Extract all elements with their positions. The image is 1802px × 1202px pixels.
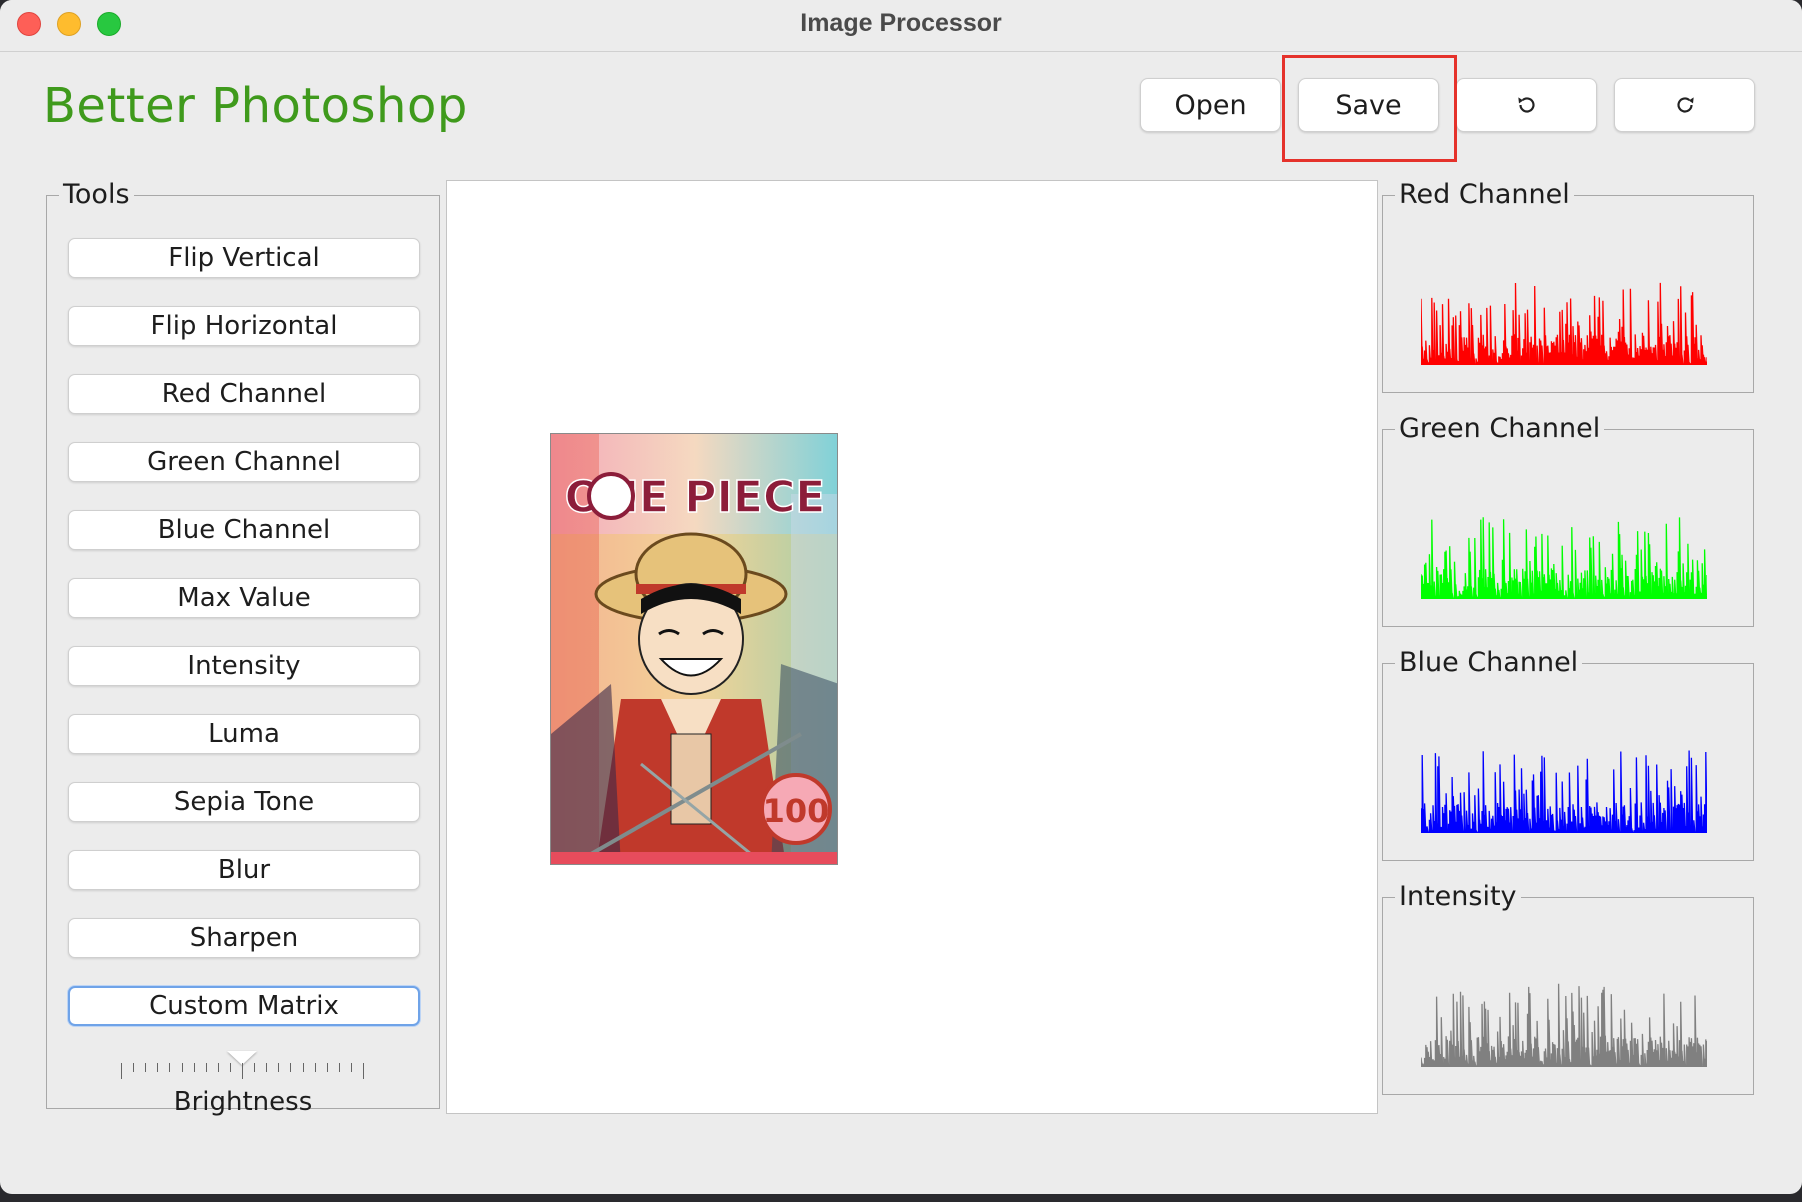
blue-channel-button[interactable]: Blue Channel (68, 510, 420, 550)
histogram-trace (1421, 517, 1707, 599)
slider-tick (229, 1063, 231, 1072)
slider-tick (242, 1063, 243, 1079)
brightness-label: Brightness (173, 1087, 313, 1117)
intensity-button[interactable]: Intensity (68, 646, 420, 686)
tools-panel: Tools Flip Vertical Flip Horizontal Red … (46, 179, 440, 1117)
slider-tick (266, 1063, 268, 1072)
image-canvas[interactable]: ONE PIECE 100 (446, 180, 1378, 1114)
histogram-trace (1421, 983, 1707, 1067)
red-channel-histogram (1421, 282, 1707, 365)
undo-icon (1517, 97, 1535, 113)
brightness-slider[interactable] (121, 1051, 365, 1081)
slider-tick (121, 1063, 122, 1079)
flip-horizontal-button[interactable]: Flip Horizontal (68, 306, 420, 346)
slider-tick (157, 1063, 159, 1072)
intensity-histogram-panel: Intensity (1382, 883, 1754, 1095)
flip-vertical-button[interactable]: Flip Vertical (68, 238, 420, 278)
redo-icon (1676, 97, 1694, 113)
slider-tick (133, 1063, 135, 1072)
title-bar: Image Processor (0, 0, 1802, 52)
intensity-histogram (1421, 983, 1707, 1067)
slider-tick (326, 1063, 328, 1072)
histogram-trace (1421, 282, 1707, 365)
slider-tick (278, 1063, 280, 1072)
slider-tick (145, 1063, 147, 1072)
red-channel-button[interactable]: Red Channel (68, 374, 420, 414)
blue-channel-histogram (1421, 750, 1707, 833)
blue-channel-histogram-label: Blue Channel (1399, 647, 1579, 678)
green-channel-histogram (1421, 517, 1707, 599)
red-channel-histogram-label: Red Channel (1399, 179, 1570, 210)
tools-legend: Tools (63, 179, 130, 210)
slider-tick (254, 1063, 256, 1072)
sepia-tone-button[interactable]: Sepia Tone (68, 782, 420, 822)
slider-tick (302, 1063, 304, 1072)
blue-channel-histogram-panel: Blue Channel (1382, 649, 1754, 861)
app-title: Better Photoshop (43, 78, 468, 134)
slider-tick (350, 1063, 352, 1072)
green-channel-histogram-panel: Green Channel (1382, 415, 1754, 627)
slider-tick (314, 1063, 316, 1072)
cover-number: 100 (763, 792, 830, 830)
slider-tick (181, 1063, 183, 1072)
undo-button[interactable] (1456, 78, 1597, 132)
app-window: Image Processor Better Photoshop Open Sa… (0, 0, 1802, 1194)
sharpen-button[interactable]: Sharpen (68, 918, 420, 958)
histogram-trace (1421, 750, 1707, 833)
green-channel-histogram-label: Green Channel (1399, 413, 1601, 444)
slider-tick (193, 1063, 195, 1072)
slider-tick (217, 1063, 219, 1072)
green-channel-button[interactable]: Green Channel (68, 442, 420, 482)
save-highlight-box (1282, 55, 1457, 162)
redo-button[interactable] (1614, 78, 1755, 132)
window-title: Image Processor (800, 9, 1002, 37)
open-button[interactable]: Open (1140, 78, 1281, 132)
slider-tick (169, 1063, 171, 1072)
luma-button[interactable]: Luma (68, 714, 420, 754)
slider-tick (205, 1063, 207, 1072)
blur-button[interactable]: Blur (68, 850, 420, 890)
slider-tick (338, 1063, 340, 1072)
slider-tick (363, 1063, 364, 1079)
intensity-histogram-label: Intensity (1399, 881, 1517, 912)
custom-matrix-button[interactable]: Custom Matrix (68, 986, 420, 1026)
red-channel-histogram-panel: Red Channel (1382, 181, 1754, 393)
slider-tick (290, 1063, 292, 1072)
max-value-button[interactable]: Max Value (68, 578, 420, 618)
loaded-image: ONE PIECE 100 (550, 433, 838, 865)
